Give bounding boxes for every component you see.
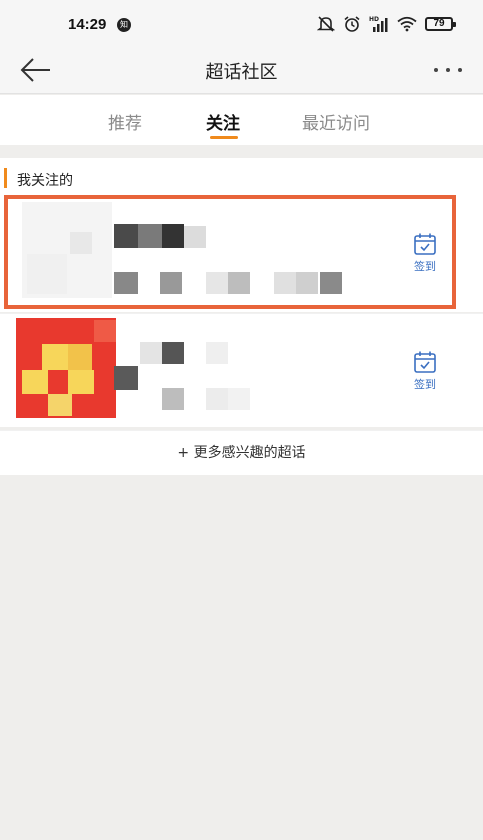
more-topics-button[interactable]: + 更多感兴趣的超话 (0, 430, 483, 475)
pixel-block (138, 224, 162, 248)
checkin-label: 签到 (414, 378, 436, 391)
tab-bar: 推荐 关注 最近访问 (0, 95, 483, 145)
checkin-button[interactable]: 签到 (411, 350, 439, 392)
pixel-block (206, 272, 228, 294)
pixel-block (320, 272, 342, 294)
topic-avatar-pixelated (22, 202, 122, 298)
list-item-topic-1[interactable]: 签到 (0, 194, 483, 312)
pixel-block (160, 272, 182, 294)
more-dots-icon (434, 68, 462, 72)
pixel-block (114, 272, 138, 294)
nav-bar: 超话社区 (0, 48, 483, 94)
wifi-icon (397, 16, 417, 32)
pixel-block (296, 272, 318, 294)
more-options-button[interactable] (431, 56, 465, 84)
pixel-block (162, 342, 184, 364)
section-title: 我关注的 (17, 173, 73, 189)
pixel-block (228, 388, 250, 410)
pixel-block (162, 388, 184, 410)
status-icons: HD 79 (317, 14, 456, 34)
tab-recent[interactable]: 最近访问 (302, 109, 370, 134)
mute-bell-icon (317, 16, 335, 32)
pixel-block (206, 388, 228, 410)
tab-recommend[interactable]: 推荐 (108, 109, 142, 134)
list-item-topic-2[interactable]: 签到 (0, 313, 483, 427)
pixel-block (206, 342, 228, 364)
pixel-block (274, 272, 296, 294)
svg-text:HD: HD (369, 16, 379, 23)
battery-icon: 79 (425, 17, 456, 31)
status-time: 14:29 (68, 16, 107, 33)
section-accent-bar (4, 168, 7, 188)
pixel-block (114, 366, 138, 390)
checkin-button[interactable]: 签到 (411, 232, 439, 274)
topic-avatar-pixelated (16, 318, 116, 418)
notification-badge-icon: 知 (117, 18, 131, 32)
status-bar: 14:29 知 HD 79 (0, 0, 483, 48)
pixel-block (228, 272, 250, 294)
section-header: 我关注的 (0, 158, 483, 194)
calendar-check-icon (414, 351, 436, 373)
pixel-block (184, 226, 206, 248)
pixel-block (140, 342, 162, 364)
pixel-block (114, 224, 138, 248)
active-tab-indicator (210, 136, 238, 139)
checkin-label: 签到 (414, 260, 436, 273)
alarm-icon (344, 16, 360, 32)
page-title: 超话社区 (205, 62, 278, 83)
pixel-block (162, 224, 184, 248)
tab-following[interactable]: 关注 (206, 109, 240, 134)
calendar-check-icon (414, 233, 436, 255)
signal-hd-icon: HD (369, 16, 388, 32)
